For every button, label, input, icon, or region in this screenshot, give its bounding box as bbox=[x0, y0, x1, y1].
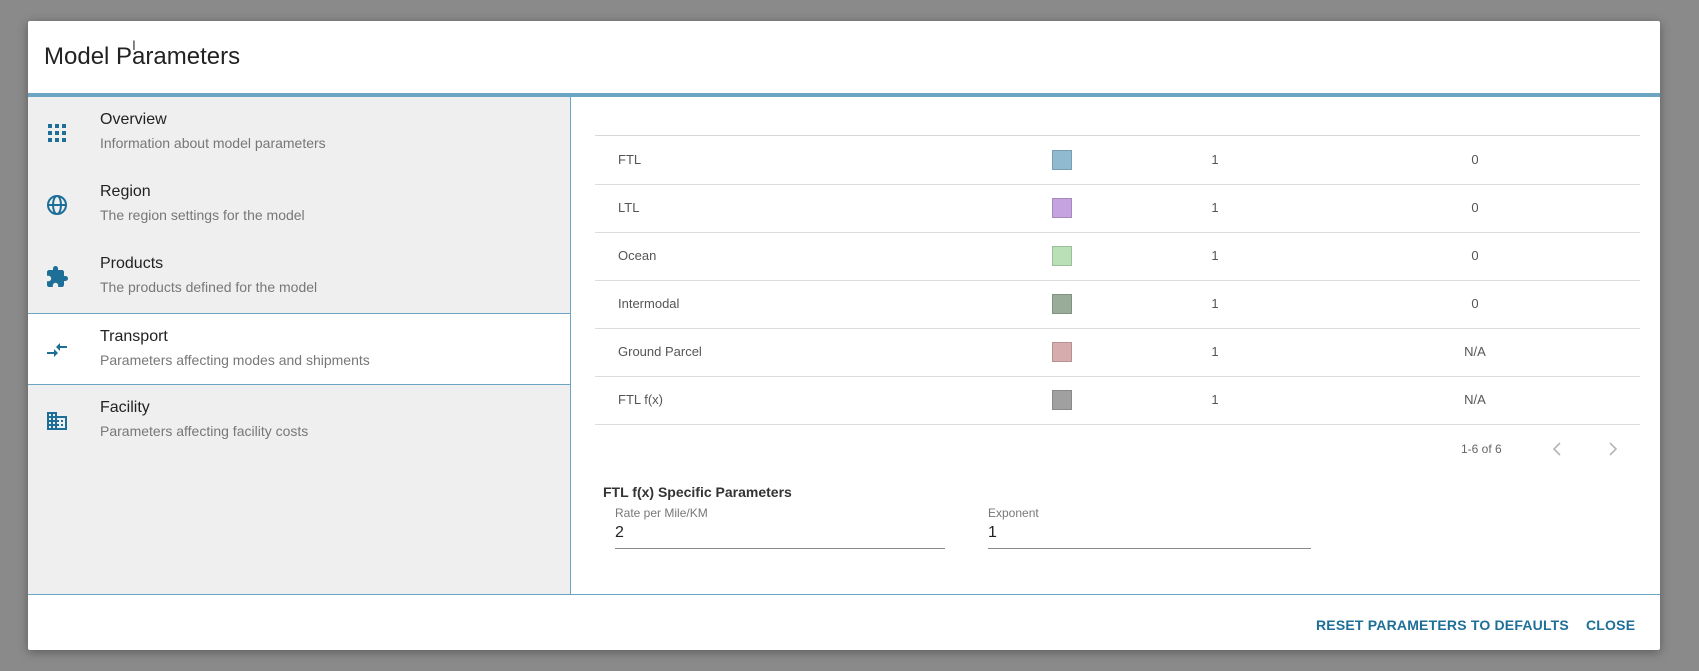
mode-name: FTL bbox=[618, 152, 642, 167]
mode-value-2: 0 bbox=[1471, 296, 1479, 311]
mode-color-swatch[interactable] bbox=[1052, 150, 1072, 170]
footer-divider bbox=[28, 594, 1660, 595]
mode-color-swatch[interactable] bbox=[1052, 390, 1072, 410]
mode-name: LTL bbox=[618, 200, 640, 215]
sidebar-item-description: Information about model parameters bbox=[100, 135, 326, 151]
mode-value-2: N/A bbox=[1464, 392, 1486, 407]
mode-value-2: 0 bbox=[1471, 248, 1479, 263]
table-row[interactable]: FTL 1 0 bbox=[595, 136, 1640, 185]
mode-value-1: 1 bbox=[1211, 392, 1219, 407]
building-icon bbox=[45, 409, 69, 433]
rate-per-mile-field: Rate per Mile/KM bbox=[615, 506, 945, 549]
mode-value-1: 1 bbox=[1211, 200, 1219, 215]
puzzle-icon bbox=[45, 265, 69, 289]
sidebar-item-description: The products defined for the model bbox=[100, 279, 318, 295]
sidebar-item-description: Parameters affecting facility costs bbox=[100, 423, 309, 439]
transport-content: FTL 1 0 LTL 1 0 Ocean 1 0 Intermodal 1 0… bbox=[571, 97, 1660, 594]
reset-defaults-button[interactable]: RESET PARAMETERS TO DEFAULTS bbox=[1316, 617, 1569, 633]
compare-arrows-icon bbox=[45, 338, 69, 362]
text-cursor-icon: Ι bbox=[132, 37, 136, 53]
rate-per-mile-input[interactable] bbox=[615, 520, 945, 549]
exponent-field: Exponent bbox=[988, 506, 1311, 549]
chevron-left-icon[interactable] bbox=[1545, 437, 1569, 461]
mode-name: Ground Parcel bbox=[618, 344, 702, 359]
mode-value-1: 1 bbox=[1211, 248, 1219, 263]
sidebar-item-label: Facility bbox=[100, 399, 150, 416]
sidebar-item-overview[interactable]: Overview Information about model paramet… bbox=[28, 97, 570, 169]
sidebar-item-description: The region settings for the model bbox=[100, 207, 305, 223]
close-button[interactable]: CLOSE bbox=[1586, 617, 1635, 633]
sidebar-item-products[interactable]: Products The products defined for the mo… bbox=[28, 241, 570, 313]
mode-name: FTL f(x) bbox=[618, 392, 664, 407]
mode-name: Ocean bbox=[618, 248, 657, 263]
sidebar: Overview Information about model paramet… bbox=[28, 97, 571, 594]
sidebar-item-description: Parameters affecting modes and shipments bbox=[100, 352, 370, 368]
apps-grid-icon bbox=[45, 121, 69, 145]
table-row[interactable]: Ocean 1 0 bbox=[595, 232, 1640, 281]
mode-color-swatch[interactable] bbox=[1052, 342, 1072, 362]
mode-color-swatch[interactable] bbox=[1052, 294, 1072, 314]
mode-value-2: 0 bbox=[1471, 152, 1479, 167]
sidebar-item-label: Transport bbox=[100, 328, 168, 345]
dialog-title: Model Parameters bbox=[44, 43, 241, 70]
sidebar-item-label: Overview bbox=[100, 111, 167, 128]
globe-icon bbox=[45, 193, 69, 217]
mode-color-swatch[interactable] bbox=[1052, 246, 1072, 266]
rate-per-mile-label: Rate per Mile/KM bbox=[615, 506, 708, 520]
mode-name: Intermodal bbox=[618, 296, 680, 311]
pager-range: 1-6 of 6 bbox=[1461, 442, 1502, 456]
mode-color-swatch[interactable] bbox=[1052, 198, 1072, 218]
sidebar-item-region[interactable]: Region The region settings for the model bbox=[28, 169, 570, 241]
sidebar-item-facility[interactable]: Facility Parameters affecting facility c… bbox=[28, 385, 570, 457]
table-row[interactable]: LTL 1 0 bbox=[595, 184, 1640, 233]
table-row[interactable]: Intermodal 1 0 bbox=[595, 280, 1640, 329]
ftl-fx-section-title: FTL f(x) Specific Parameters bbox=[603, 484, 792, 500]
mode-value-2: N/A bbox=[1464, 344, 1486, 359]
mode-value-2: 0 bbox=[1471, 200, 1479, 215]
mode-value-1: 1 bbox=[1211, 344, 1219, 359]
exponent-label: Exponent bbox=[988, 506, 1039, 520]
mode-value-1: 1 bbox=[1211, 296, 1219, 311]
table-row[interactable]: Ground Parcel 1 N/A bbox=[595, 328, 1640, 377]
chevron-right-icon[interactable] bbox=[1601, 437, 1625, 461]
table-row[interactable]: FTL f(x) 1 N/A bbox=[595, 376, 1640, 425]
sidebar-item-label: Region bbox=[100, 183, 151, 200]
sidebar-item-transport[interactable]: Transport Parameters affecting modes and… bbox=[28, 313, 570, 385]
mode-value-1: 1 bbox=[1211, 152, 1219, 167]
exponent-input[interactable] bbox=[988, 520, 1311, 549]
sidebar-item-label: Products bbox=[100, 255, 164, 272]
model-parameters-dialog: Model Parameters Ι Overview Information … bbox=[28, 21, 1660, 650]
